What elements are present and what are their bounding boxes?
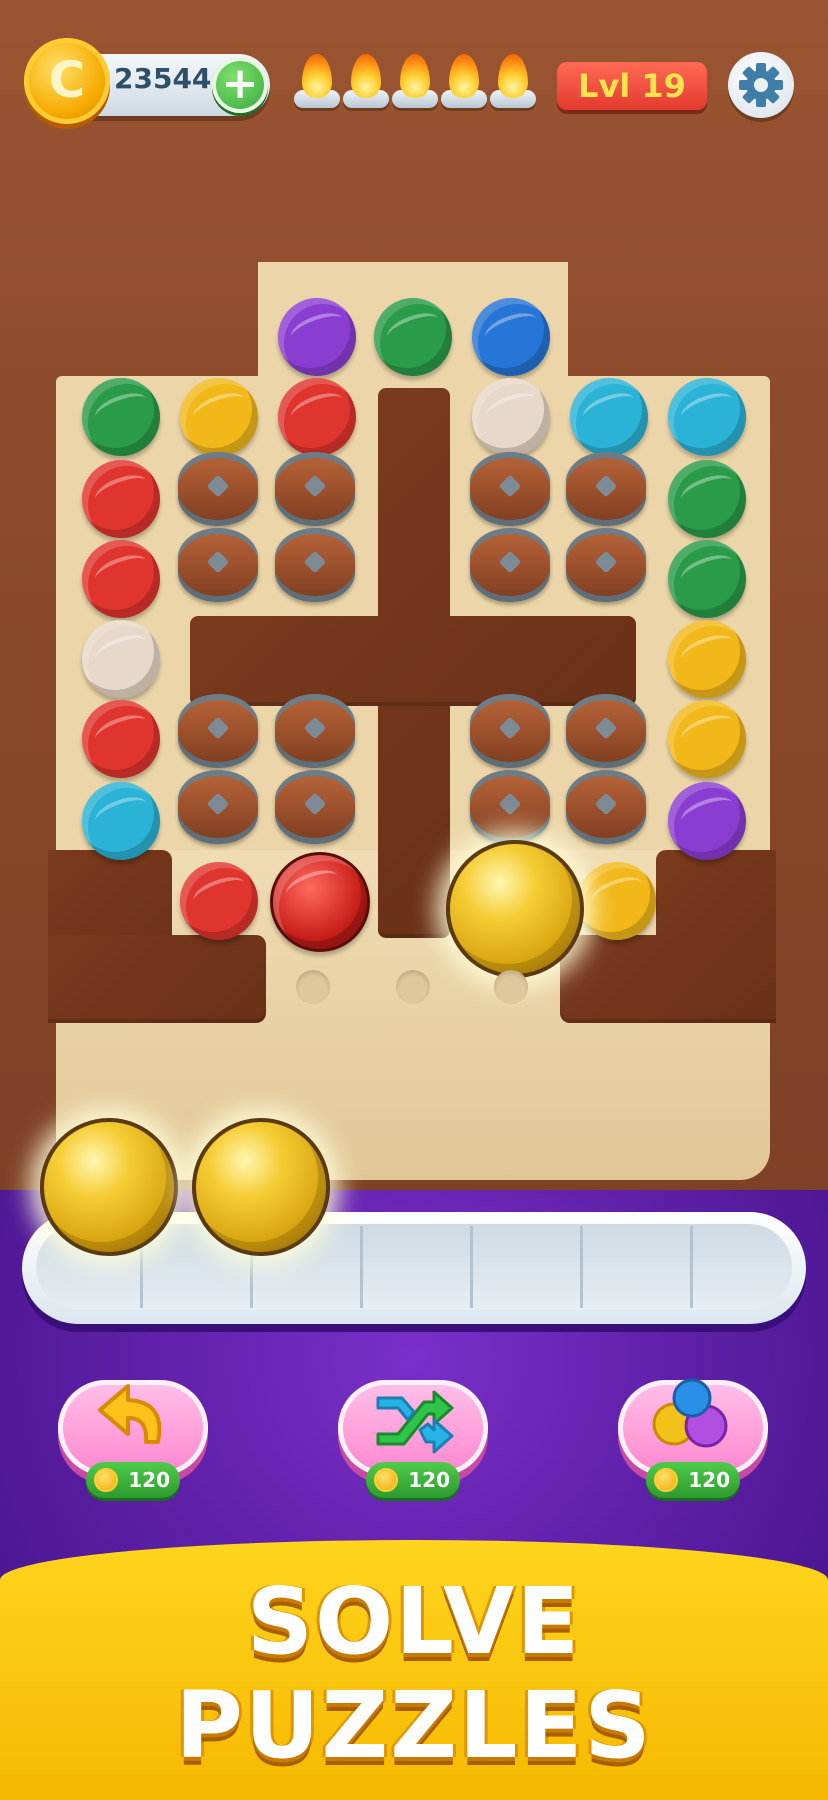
queued-ball-yellow [40, 1118, 178, 1256]
barrel-obstacle [566, 694, 646, 768]
color-balls-icon [652, 1378, 728, 1448]
ball-purple[interactable] [668, 782, 746, 860]
board-wall [190, 616, 636, 706]
barrel-obstacle [470, 770, 550, 844]
coin-icon [654, 1468, 678, 1492]
ball-red[interactable] [180, 862, 258, 940]
add-coins-button[interactable]: + [212, 57, 268, 113]
ball-yellow-moving[interactable] [446, 840, 584, 978]
banner-line-2: PUZZLES [175, 1672, 653, 1779]
ball-blue[interactable] [472, 298, 550, 376]
undo-booster-button[interactable]: 120 [58, 1380, 208, 1498]
shuffle-icon [376, 1390, 454, 1454]
barrel-obstacle [470, 452, 550, 526]
ball-cyan[interactable] [82, 782, 160, 860]
shuffle-price: 120 [366, 1462, 460, 1498]
life-flame-icon [441, 44, 487, 108]
ball-red[interactable] [82, 700, 160, 778]
ball-cyan[interactable] [570, 378, 648, 456]
life-flame-icon [343, 44, 389, 108]
life-flame-icon [490, 44, 536, 108]
empty-hole [296, 970, 330, 1004]
ball-yellow[interactable] [668, 700, 746, 778]
magnet-price: 120 [646, 1462, 740, 1498]
ball-purple[interactable] [278, 298, 356, 376]
barrel-obstacle [178, 770, 258, 844]
barrel-obstacle [178, 694, 258, 768]
magnet-booster-button[interactable]: 120 [618, 1378, 768, 1498]
board-wall [48, 935, 266, 1023]
ball-red-selected[interactable] [270, 852, 370, 952]
ball-green[interactable] [668, 460, 746, 538]
ball-red[interactable] [82, 540, 160, 618]
empty-hole [396, 970, 430, 1004]
board-wall [560, 935, 776, 1023]
coin-icon: C [24, 38, 110, 124]
barrel-obstacle [470, 528, 550, 602]
barrel-obstacle [566, 528, 646, 602]
undo-price: 120 [86, 1462, 180, 1498]
barrel-obstacle [470, 694, 550, 768]
barrel-obstacle [275, 452, 355, 526]
ball-yellow[interactable] [180, 378, 258, 456]
coin-count: 23544 [114, 62, 212, 95]
ball-green[interactable] [668, 540, 746, 618]
barrel-obstacle [178, 528, 258, 602]
life-flame-icon [392, 44, 438, 108]
ball-beige[interactable] [82, 620, 160, 698]
gear-icon [739, 63, 783, 107]
shuffle-booster-button[interactable]: 120 [338, 1380, 488, 1498]
coin-icon [94, 1468, 118, 1492]
ball-red[interactable] [82, 460, 160, 538]
barrel-obstacle [178, 452, 258, 526]
undo-arrow-icon [98, 1384, 162, 1444]
barrel-obstacle [566, 770, 646, 844]
barrel-obstacle [566, 452, 646, 526]
ball-green[interactable] [374, 298, 452, 376]
ball-cyan[interactable] [668, 378, 746, 456]
empty-hole [494, 970, 528, 1004]
ball-beige[interactable] [472, 378, 550, 456]
barrel-obstacle [275, 528, 355, 602]
barrel-obstacle [275, 694, 355, 768]
ball-green[interactable] [82, 378, 160, 456]
ball-yellow[interactable] [668, 620, 746, 698]
coin-icon [374, 1468, 398, 1492]
banner-line-1: SOLVE [246, 1568, 582, 1675]
ball-red[interactable] [278, 378, 356, 456]
ball-yellow[interactable] [578, 862, 656, 940]
barrel-obstacle [275, 770, 355, 844]
life-flame-icon [294, 44, 340, 108]
level-badge: Lvl 19 [557, 62, 707, 110]
settings-button[interactable] [728, 52, 794, 118]
queued-ball-yellow [192, 1118, 330, 1256]
